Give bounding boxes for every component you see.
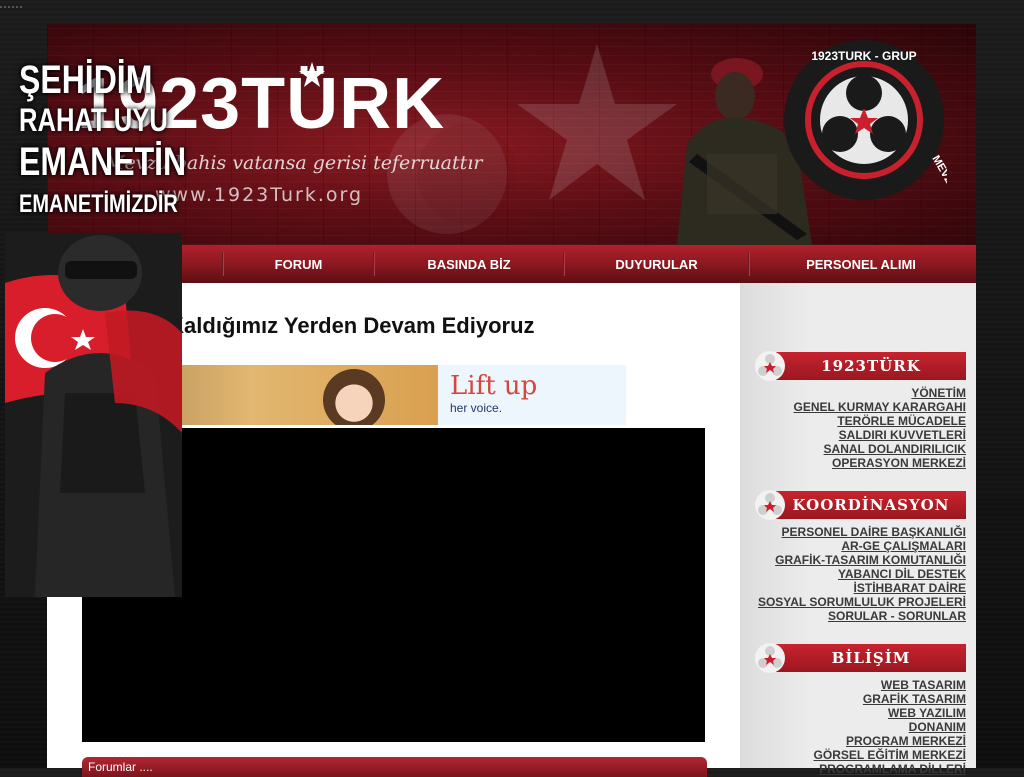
- sidebar-link[interactable]: GENEL KURMAY KARARGAHI: [752, 400, 966, 414]
- ad-girl-image: [323, 369, 385, 425]
- sidebar-link[interactable]: PERSONEL DAİRE BAŞKANLIĞI: [752, 525, 966, 539]
- advertisement-banner[interactable]: Lift up her voice.: [128, 365, 626, 425]
- sidebar-link[interactable]: OPERASYON MERKEZİ: [752, 456, 966, 470]
- sidebar-link[interactable]: GÖRSEL EĞİTİM MERKEZİ: [752, 748, 966, 762]
- sidebar-link[interactable]: TERÖRLE MÜCADELE: [752, 414, 966, 428]
- sidebar-link[interactable]: SORULAR - SORUNLAR: [752, 609, 966, 623]
- top-decoration: [0, 6, 24, 8]
- sidebar-block-header: 1923TÜRK: [752, 351, 966, 381]
- martyr-line-4: EMANETİMİZDİR: [19, 190, 178, 218]
- sidebar-block-header: KOORDİNASYON: [752, 490, 966, 520]
- ad-subtitle: her voice.: [450, 401, 503, 415]
- logo-star-icon: [299, 62, 325, 87]
- ad-title: Lift up: [450, 371, 538, 401]
- biohazard-emblem-icon: 1923TURK - GRUP MEVZU: [784, 40, 947, 200]
- sidebar-block-koordinasyon: KOORDİNASYON PERSONEL DAİRE BAŞKANLIĞI A…: [752, 490, 966, 623]
- sidebar-link[interactable]: WEB TASARIM: [752, 678, 966, 692]
- nav-announcements[interactable]: DUYURULAR: [565, 245, 748, 283]
- sidebar-block-header: BİLİŞİM: [752, 643, 966, 673]
- svg-text:MEVZU: MEVZU: [929, 154, 947, 193]
- nav-press[interactable]: BASINDA BİZ: [375, 245, 563, 283]
- sidebar-link[interactable]: WEB YAZILIM: [752, 706, 966, 720]
- sidebar-link[interactable]: PROGRAM MERKEZİ: [752, 734, 966, 748]
- martyr-line-2: RAHAT UYU: [19, 102, 168, 138]
- left-soldier-flag-image: [5, 233, 182, 597]
- sidebar-link[interactable]: GRAFİK TASARIM: [752, 692, 966, 706]
- sidebar: 1923TÜRK YÖNETİM GENEL KURMAY KARARGAHI …: [740, 283, 976, 776]
- sidebar-block-title: 1923TÜRK: [821, 357, 921, 375]
- sidebar-block-title: KOORDİNASYON: [792, 496, 950, 514]
- sidebar-link[interactable]: YÖNETİM: [752, 386, 966, 400]
- sidebar-block-title: BİLİŞİM: [831, 649, 911, 667]
- nav-recruitment[interactable]: PERSONEL ALIMI: [750, 245, 972, 283]
- section-header-bar: Forumlar ....: [82, 757, 707, 777]
- sidebar-block-bilisim: BİLİŞİM WEB TASARIM GRAFİK TASARIM WEB Y…: [752, 643, 966, 776]
- sidebar-link[interactable]: AR-GE ÇALIŞMALARI: [752, 539, 966, 553]
- sidebar-link[interactable]: SOSYAL SORUMLULUK PROJELERİ: [752, 595, 966, 609]
- svg-text:1923TURK - GRUP: 1923TURK - GRUP: [811, 49, 916, 63]
- martyr-message: ŞEHİDİM RAHAT UYU EMANETİN EMANETİMİZDİR: [19, 60, 228, 217]
- sidebar-link-list: WEB TASARIM GRAFİK TASARIM WEB YAZILIM D…: [752, 678, 966, 776]
- sidebar-link[interactable]: DONANIM: [752, 720, 966, 734]
- sidebar-link[interactable]: GRAFİK-TASARIM KOMUTANLIĞI: [752, 553, 966, 567]
- sidebar-link[interactable]: İSTİHBARAT DAİRE: [752, 581, 966, 595]
- sidebar-block-1923turk: 1923TÜRK YÖNETİM GENEL KURMAY KARARGAHI …: [752, 351, 966, 470]
- sidebar-link[interactable]: SANAL DOLANDIRILICIK: [752, 442, 966, 456]
- sidebar-link[interactable]: PROGRAMLAMA DİLLERİ: [752, 762, 966, 776]
- main-navigation: ANASAYFA FORUM BASINDA BİZ DUYURULAR PER…: [47, 245, 976, 283]
- sidebar-link-list: PERSONEL DAİRE BAŞKANLIĞI AR-GE ÇALIŞMAL…: [752, 525, 966, 623]
- martyr-line-1: ŞEHİDİM: [19, 58, 153, 102]
- soldier-flag-art: [5, 233, 182, 597]
- martyr-line-3: EMANETİN: [19, 140, 187, 184]
- sidebar-link[interactable]: SALDIRI KUVVETLERİ: [752, 428, 966, 442]
- sidebar-link[interactable]: YABANCI DİL DESTEK: [752, 567, 966, 581]
- sidebar-link-list: YÖNETİM GENEL KURMAY KARARGAHI TERÖRLE M…: [752, 386, 966, 470]
- nav-forum[interactable]: FORUM: [224, 245, 373, 283]
